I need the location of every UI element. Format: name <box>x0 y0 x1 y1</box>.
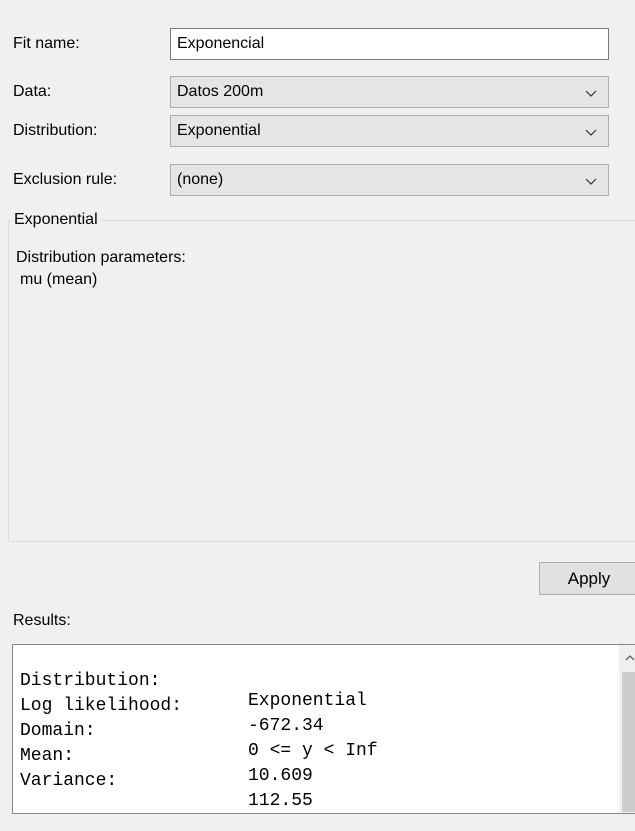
result-line-variance: Variance: 112.55 <box>20 751 620 811</box>
data-row: Data: Datos 200m <box>0 75 635 109</box>
data-select[interactable]: Datos 200m <box>170 76 609 108</box>
result-value: 112.55 <box>248 791 313 811</box>
group-title: Exponential <box>12 211 100 229</box>
fit-name-value: Exponencial <box>177 35 265 52</box>
chevron-down-icon <box>585 178 597 185</box>
result-key: Variance: <box>20 771 118 791</box>
result-line-log-likelihood: Log likelihood: -672.34 <box>20 676 620 736</box>
scrollbar-thumb[interactable] <box>622 672 635 812</box>
distribution-row: Distribution: Exponential <box>0 114 635 148</box>
exclusion-rule-label: Exclusion rule: <box>13 171 118 188</box>
distribution-group-box <box>8 220 635 542</box>
data-select-value: Datos 200m <box>177 83 264 100</box>
exclusion-rule-row: Exclusion rule: (none) <box>0 163 635 197</box>
chevron-down-icon <box>585 129 597 136</box>
exclusion-rule-select-value: (none) <box>177 171 224 188</box>
exclusion-rule-select[interactable]: (none) <box>170 164 609 196</box>
distribution-label: Distribution: <box>13 122 98 139</box>
distribution-select-value: Exponential <box>177 122 261 139</box>
param-mu-label: mu (mean) <box>20 271 98 288</box>
data-label: Data: <box>13 83 52 100</box>
results-textarea[interactable]: Distribution: Exponential Log likelihood… <box>12 644 635 814</box>
results-scrollbar[interactable] <box>619 645 635 813</box>
results-label: Results: <box>13 612 71 629</box>
chevron-down-icon <box>585 90 597 97</box>
fit-name-input[interactable]: Exponencial <box>170 28 609 60</box>
result-line-mean: Mean: 10.609 <box>20 726 620 786</box>
apply-button[interactable]: Apply <box>539 562 635 595</box>
distribution-select[interactable]: Exponential <box>170 115 609 147</box>
fit-name-label: Fit name: <box>13 35 80 52</box>
fit-name-row: Fit name: Exponencial <box>0 27 635 61</box>
result-line-domain: Domain: 0 <= y < Inf <box>20 701 620 761</box>
params-title: Distribution parameters: <box>16 249 186 266</box>
result-line-distribution: Distribution: Exponential <box>20 651 620 711</box>
scroll-up-arrow-icon[interactable] <box>623 653 635 663</box>
